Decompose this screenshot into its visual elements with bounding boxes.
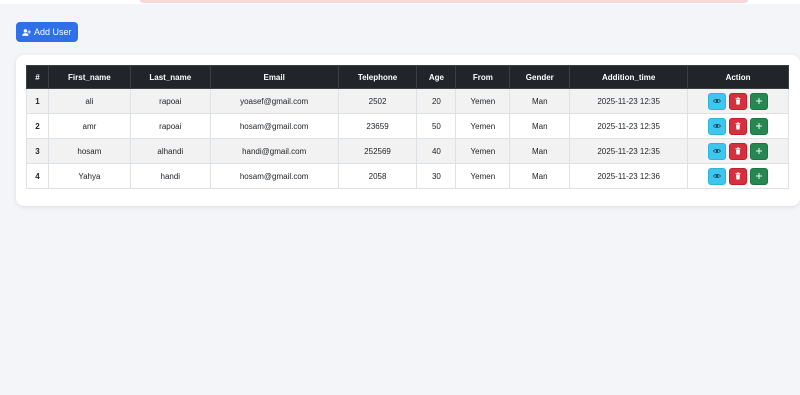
- cell-from: Yemen: [455, 138, 511, 164]
- cell-email: yoasef@gmail.com: [209, 88, 339, 114]
- header-from: From: [455, 65, 511, 89]
- cell-first-name: ali: [47, 88, 131, 114]
- header-age: Age: [416, 65, 457, 89]
- cell-age: 20: [416, 88, 457, 114]
- eye-icon: [713, 124, 721, 128]
- cell-age: 50: [416, 113, 457, 139]
- view-button[interactable]: [708, 167, 727, 185]
- header-action: Action: [687, 65, 789, 89]
- eye-icon: [713, 99, 721, 103]
- alert-strip: [140, 0, 748, 3]
- cell-email: handi@gmail.com: [209, 138, 339, 164]
- cell-from: Yemen: [455, 88, 511, 114]
- trash-icon: [735, 122, 741, 130]
- cell-gender: Man: [509, 163, 571, 189]
- header-telephone: Telephone: [337, 65, 418, 89]
- cell-from: Yemen: [455, 113, 511, 139]
- delete-button[interactable]: [729, 167, 748, 185]
- table-row: 2 amr rapoai hosam@gmail.com 23659 50 Ye…: [26, 113, 789, 139]
- add-button[interactable]: [750, 92, 769, 110]
- cell-index: 1: [26, 88, 49, 114]
- users-table: # First_name Last_name Email Telephone A…: [26, 65, 789, 189]
- header-gender: Gender: [509, 65, 571, 89]
- cell-addition-time: 2025-11-23 12:35: [569, 138, 689, 164]
- cell-addition-time: 2025-11-23 12:36: [569, 163, 689, 189]
- cell-telephone: 23659: [337, 113, 418, 139]
- cell-addition-time: 2025-11-23 12:35: [569, 88, 689, 114]
- cell-from: Yemen: [455, 163, 511, 189]
- cell-actions: [687, 138, 789, 164]
- table-row: 4 Yahya handi hosam@gmail.com 2058 30 Ye…: [26, 163, 789, 189]
- plus-icon: [756, 173, 763, 179]
- delete-button[interactable]: [729, 92, 748, 110]
- table-row: 1 ali rapoai yoasef@gmail.com 2502 20 Ye…: [26, 88, 789, 114]
- cell-actions: [687, 113, 789, 139]
- header-last-name: Last_name: [129, 65, 211, 89]
- cell-email: hosam@gmail.com: [209, 113, 339, 139]
- eye-icon: [713, 149, 721, 153]
- cell-first-name: Yahya: [47, 163, 131, 189]
- cell-index: 4: [26, 163, 49, 189]
- header-email: Email: [209, 65, 339, 89]
- trash-icon: [735, 172, 741, 180]
- cell-actions: [687, 163, 789, 189]
- cell-gender: Man: [509, 88, 571, 114]
- view-button[interactable]: [708, 92, 727, 110]
- eye-icon: [713, 174, 721, 178]
- cell-gender: Man: [509, 113, 571, 139]
- cell-email: hosam@gmail.com: [209, 163, 339, 189]
- table-row: 3 hosam alhandi handi@gmail.com 252569 4…: [26, 138, 789, 164]
- trash-icon: [735, 147, 741, 155]
- view-button[interactable]: [708, 117, 727, 135]
- add-button[interactable]: [750, 167, 769, 185]
- delete-button[interactable]: [729, 142, 748, 160]
- cell-gender: Man: [509, 138, 571, 164]
- trash-icon: [735, 97, 741, 105]
- table-header-row: # First_name Last_name Email Telephone A…: [26, 65, 789, 89]
- cell-first-name: amr: [47, 113, 131, 139]
- add-user-label: Add User: [34, 27, 72, 37]
- user-plus-icon: [22, 28, 31, 36]
- add-button[interactable]: [750, 117, 769, 135]
- cell-first-name: hosam: [47, 138, 131, 164]
- plus-icon: [756, 123, 763, 129]
- cell-index: 2: [26, 113, 49, 139]
- add-user-button[interactable]: Add User: [16, 22, 78, 42]
- cell-addition-time: 2025-11-23 12:35: [569, 113, 689, 139]
- delete-button[interactable]: [729, 117, 748, 135]
- cell-index: 3: [26, 138, 49, 164]
- cell-telephone: 252569: [337, 138, 418, 164]
- users-card: # First_name Last_name Email Telephone A…: [16, 55, 800, 206]
- plus-icon: [756, 148, 763, 154]
- cell-age: 40: [416, 138, 457, 164]
- cell-age: 30: [416, 163, 457, 189]
- cell-last-name: rapoai: [129, 113, 211, 139]
- header-first-name: First_name: [47, 65, 131, 89]
- header-index: #: [26, 65, 49, 89]
- cell-last-name: alhandi: [129, 138, 211, 164]
- cell-telephone: 2058: [337, 163, 418, 189]
- header-addition-time: Addition_time: [569, 65, 689, 89]
- add-button[interactable]: [750, 142, 769, 160]
- view-button[interactable]: [708, 142, 727, 160]
- cell-last-name: handi: [129, 163, 211, 189]
- plus-icon: [756, 98, 763, 104]
- cell-telephone: 2502: [337, 88, 418, 114]
- cell-last-name: rapoai: [129, 88, 211, 114]
- cell-actions: [687, 88, 789, 114]
